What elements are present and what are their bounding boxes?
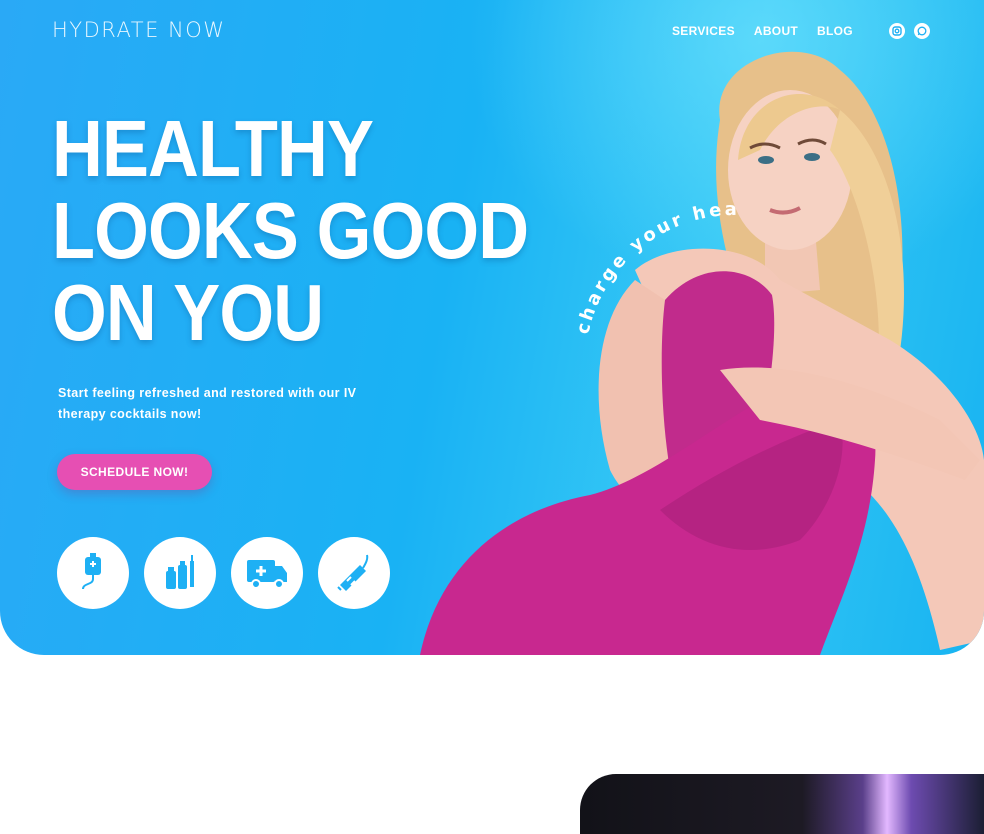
nav-services[interactable]: SERVICES bbox=[672, 24, 735, 38]
injection-pen-icon[interactable] bbox=[318, 537, 390, 609]
instagram-icon[interactable] bbox=[889, 23, 905, 39]
whatsapp-icon[interactable] bbox=[914, 23, 930, 39]
schedule-now-button[interactable]: SCHEDULE NOW! bbox=[57, 454, 212, 490]
mobile-van-icon[interactable] bbox=[231, 537, 303, 609]
headline-line-1: HEALTHY bbox=[52, 104, 374, 193]
arc-tagline: charge your health bbox=[540, 144, 737, 336]
headline-line-3: ON YOU bbox=[52, 268, 324, 357]
hero-subtext: Start feeling refreshed and restored wit… bbox=[58, 386, 357, 421]
iv-bag-icon[interactable] bbox=[57, 537, 129, 609]
hero-section: charge your health HYDRATE NOW SERVICES … bbox=[0, 0, 984, 655]
next-section-image bbox=[580, 774, 984, 834]
vials-syringe-icon[interactable] bbox=[144, 537, 216, 609]
social-links bbox=[889, 23, 930, 39]
service-icons bbox=[57, 537, 390, 609]
brand-logo[interactable]: HYDRATE NOW bbox=[52, 18, 226, 42]
headline-line-2: LOOKS GOOD bbox=[52, 186, 529, 275]
nav-about[interactable]: ABOUT bbox=[754, 24, 798, 38]
main-nav: SERVICES ABOUT BLOG bbox=[672, 24, 853, 38]
arc-tagline-text: charge your health bbox=[540, 144, 740, 336]
nav-blog[interactable]: BLOG bbox=[817, 24, 853, 38]
hero-headline: HEALTHY LOOKS GOOD ON YOU bbox=[52, 104, 529, 357]
